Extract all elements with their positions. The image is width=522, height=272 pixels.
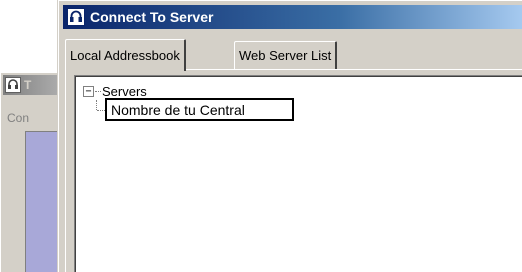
window-titlebar[interactable]: Connect To Server (63, 5, 522, 29)
tab-strip: Local Addressbook Web Server List (65, 35, 522, 71)
tree-root-label: Servers (102, 83, 147, 99)
tab-local-addressbook[interactable]: Local Addressbook (65, 39, 186, 71)
tree-connector-horizontal (97, 110, 105, 111)
tree-item-server[interactable]: Nombre de tu Central (105, 98, 294, 121)
background-window-title: T (24, 78, 32, 92)
background-window-label: Con (7, 111, 30, 125)
collapse-icon[interactable]: − (83, 85, 94, 97)
tree-connector-vertical (96, 100, 97, 110)
headset-icon (5, 77, 21, 93)
server-tree[interactable]: − Servers Nombre de tu Central (74, 75, 522, 272)
window-title: Connect To Server (90, 9, 214, 25)
tree-connector (95, 90, 101, 92)
tab-panel: − Servers Nombre de tu Central (65, 69, 522, 272)
connect-to-server-window[interactable]: Connect To Server Local Addressbook Web … (58, 0, 522, 272)
tab-web-server-list[interactable]: Web Server List (234, 41, 338, 69)
headset-icon (67, 8, 85, 26)
